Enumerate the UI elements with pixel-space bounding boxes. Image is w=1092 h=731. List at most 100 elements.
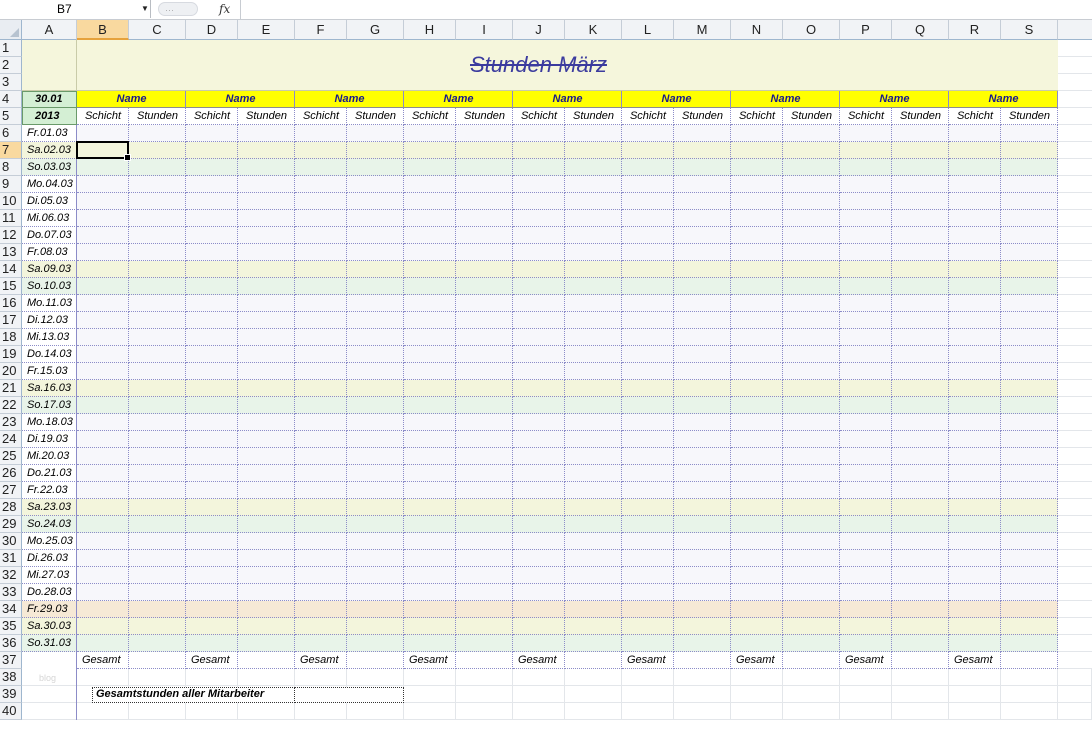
total-cell[interactable] (783, 652, 840, 669)
row-header-3[interactable]: 3 (0, 74, 22, 91)
table-cell[interactable] (892, 414, 949, 431)
table-cell[interactable] (238, 533, 295, 550)
table-cell[interactable] (456, 227, 513, 244)
total-cell[interactable] (456, 652, 513, 669)
table-cell[interactable] (949, 295, 1001, 312)
table-cell[interactable] (295, 567, 347, 584)
table-cell[interactable] (622, 295, 674, 312)
table-cell[interactable] (949, 448, 1001, 465)
row-header-10[interactable]: 10 (0, 193, 22, 210)
table-cell[interactable] (129, 176, 186, 193)
table-cell[interactable] (404, 261, 456, 278)
table-cell[interactable] (77, 516, 129, 533)
table-cell[interactable] (404, 567, 456, 584)
table-cell[interactable] (840, 499, 892, 516)
table-cell[interactable] (295, 363, 347, 380)
table-cell[interactable] (456, 210, 513, 227)
row-header-24[interactable]: 24 (0, 431, 22, 448)
table-cell[interactable] (77, 380, 129, 397)
table-cell[interactable] (404, 465, 456, 482)
table-cell[interactable] (674, 261, 731, 278)
table-cell[interactable] (949, 312, 1001, 329)
table-cell[interactable] (186, 550, 238, 567)
row-header-40[interactable]: 40 (0, 703, 22, 720)
table-cell[interactable] (77, 227, 129, 244)
table-cell[interactable] (674, 618, 731, 635)
table-cell[interactable] (949, 533, 1001, 550)
table-cell[interactable] (513, 414, 565, 431)
table-cell[interactable] (565, 346, 622, 363)
table-cell[interactable] (783, 550, 840, 567)
table-cell[interactable] (77, 465, 129, 482)
table-cell[interactable] (892, 516, 949, 533)
table-cell[interactable] (1001, 261, 1058, 278)
table-cell[interactable] (892, 125, 949, 142)
table-cell[interactable] (347, 142, 404, 159)
table-cell[interactable] (949, 567, 1001, 584)
empty-cell[interactable] (1058, 397, 1092, 414)
table-cell[interactable] (513, 210, 565, 227)
table-cell[interactable] (674, 125, 731, 142)
table-cell[interactable] (404, 533, 456, 550)
row-header-29[interactable]: 29 (0, 516, 22, 533)
table-cell[interactable] (404, 346, 456, 363)
row-header-16[interactable]: 16 (0, 295, 22, 312)
table-cell[interactable] (622, 363, 674, 380)
table-cell[interactable] (783, 499, 840, 516)
table-cell[interactable] (1001, 363, 1058, 380)
total-cell[interactable] (674, 652, 731, 669)
table-cell[interactable] (129, 465, 186, 482)
table-cell[interactable] (783, 465, 840, 482)
table-cell[interactable] (1001, 635, 1058, 652)
row-header-19[interactable]: 19 (0, 346, 22, 363)
table-cell[interactable] (840, 176, 892, 193)
row-header-17[interactable]: 17 (0, 312, 22, 329)
row-header-20[interactable]: 20 (0, 363, 22, 380)
table-cell[interactable] (622, 414, 674, 431)
table-cell[interactable] (783, 125, 840, 142)
table-cell[interactable] (731, 635, 783, 652)
table-cell[interactable] (1001, 397, 1058, 414)
table-cell[interactable] (129, 159, 186, 176)
empty-cell[interactable] (77, 669, 129, 686)
empty-cell[interactable] (1058, 482, 1092, 499)
table-cell[interactable] (731, 193, 783, 210)
table-cell[interactable] (1001, 567, 1058, 584)
table-cell[interactable] (565, 278, 622, 295)
table-cell[interactable] (129, 584, 186, 601)
table-cell[interactable] (456, 431, 513, 448)
table-cell[interactable] (404, 312, 456, 329)
table-cell[interactable] (892, 499, 949, 516)
empty-cell[interactable] (949, 686, 1001, 703)
table-cell[interactable] (892, 261, 949, 278)
table-cell[interactable] (129, 346, 186, 363)
table-cell[interactable] (238, 414, 295, 431)
empty-cell[interactable] (1058, 652, 1092, 669)
table-cell[interactable] (347, 261, 404, 278)
table-cell[interactable] (783, 567, 840, 584)
table-cell[interactable] (129, 482, 186, 499)
total-cell[interactable] (892, 652, 949, 669)
table-cell[interactable] (949, 584, 1001, 601)
table-cell[interactable] (840, 193, 892, 210)
empty-cell[interactable] (1058, 533, 1092, 550)
table-cell[interactable] (238, 482, 295, 499)
table-cell[interactable] (404, 431, 456, 448)
table-cell[interactable] (77, 278, 129, 295)
empty-cell[interactable] (513, 669, 565, 686)
table-cell[interactable] (404, 414, 456, 431)
table-cell[interactable] (892, 567, 949, 584)
table-cell[interactable] (456, 244, 513, 261)
table-cell[interactable] (622, 346, 674, 363)
table-cell[interactable] (565, 397, 622, 414)
table-cell[interactable] (186, 516, 238, 533)
table-cell[interactable] (186, 499, 238, 516)
table-cell[interactable] (731, 295, 783, 312)
table-cell[interactable] (731, 159, 783, 176)
table-cell[interactable] (1001, 210, 1058, 227)
table-cell[interactable] (238, 125, 295, 142)
table-cell[interactable] (129, 533, 186, 550)
column-header-n[interactable]: N (731, 20, 783, 40)
empty-cell[interactable] (1058, 550, 1092, 567)
table-cell[interactable] (238, 142, 295, 159)
